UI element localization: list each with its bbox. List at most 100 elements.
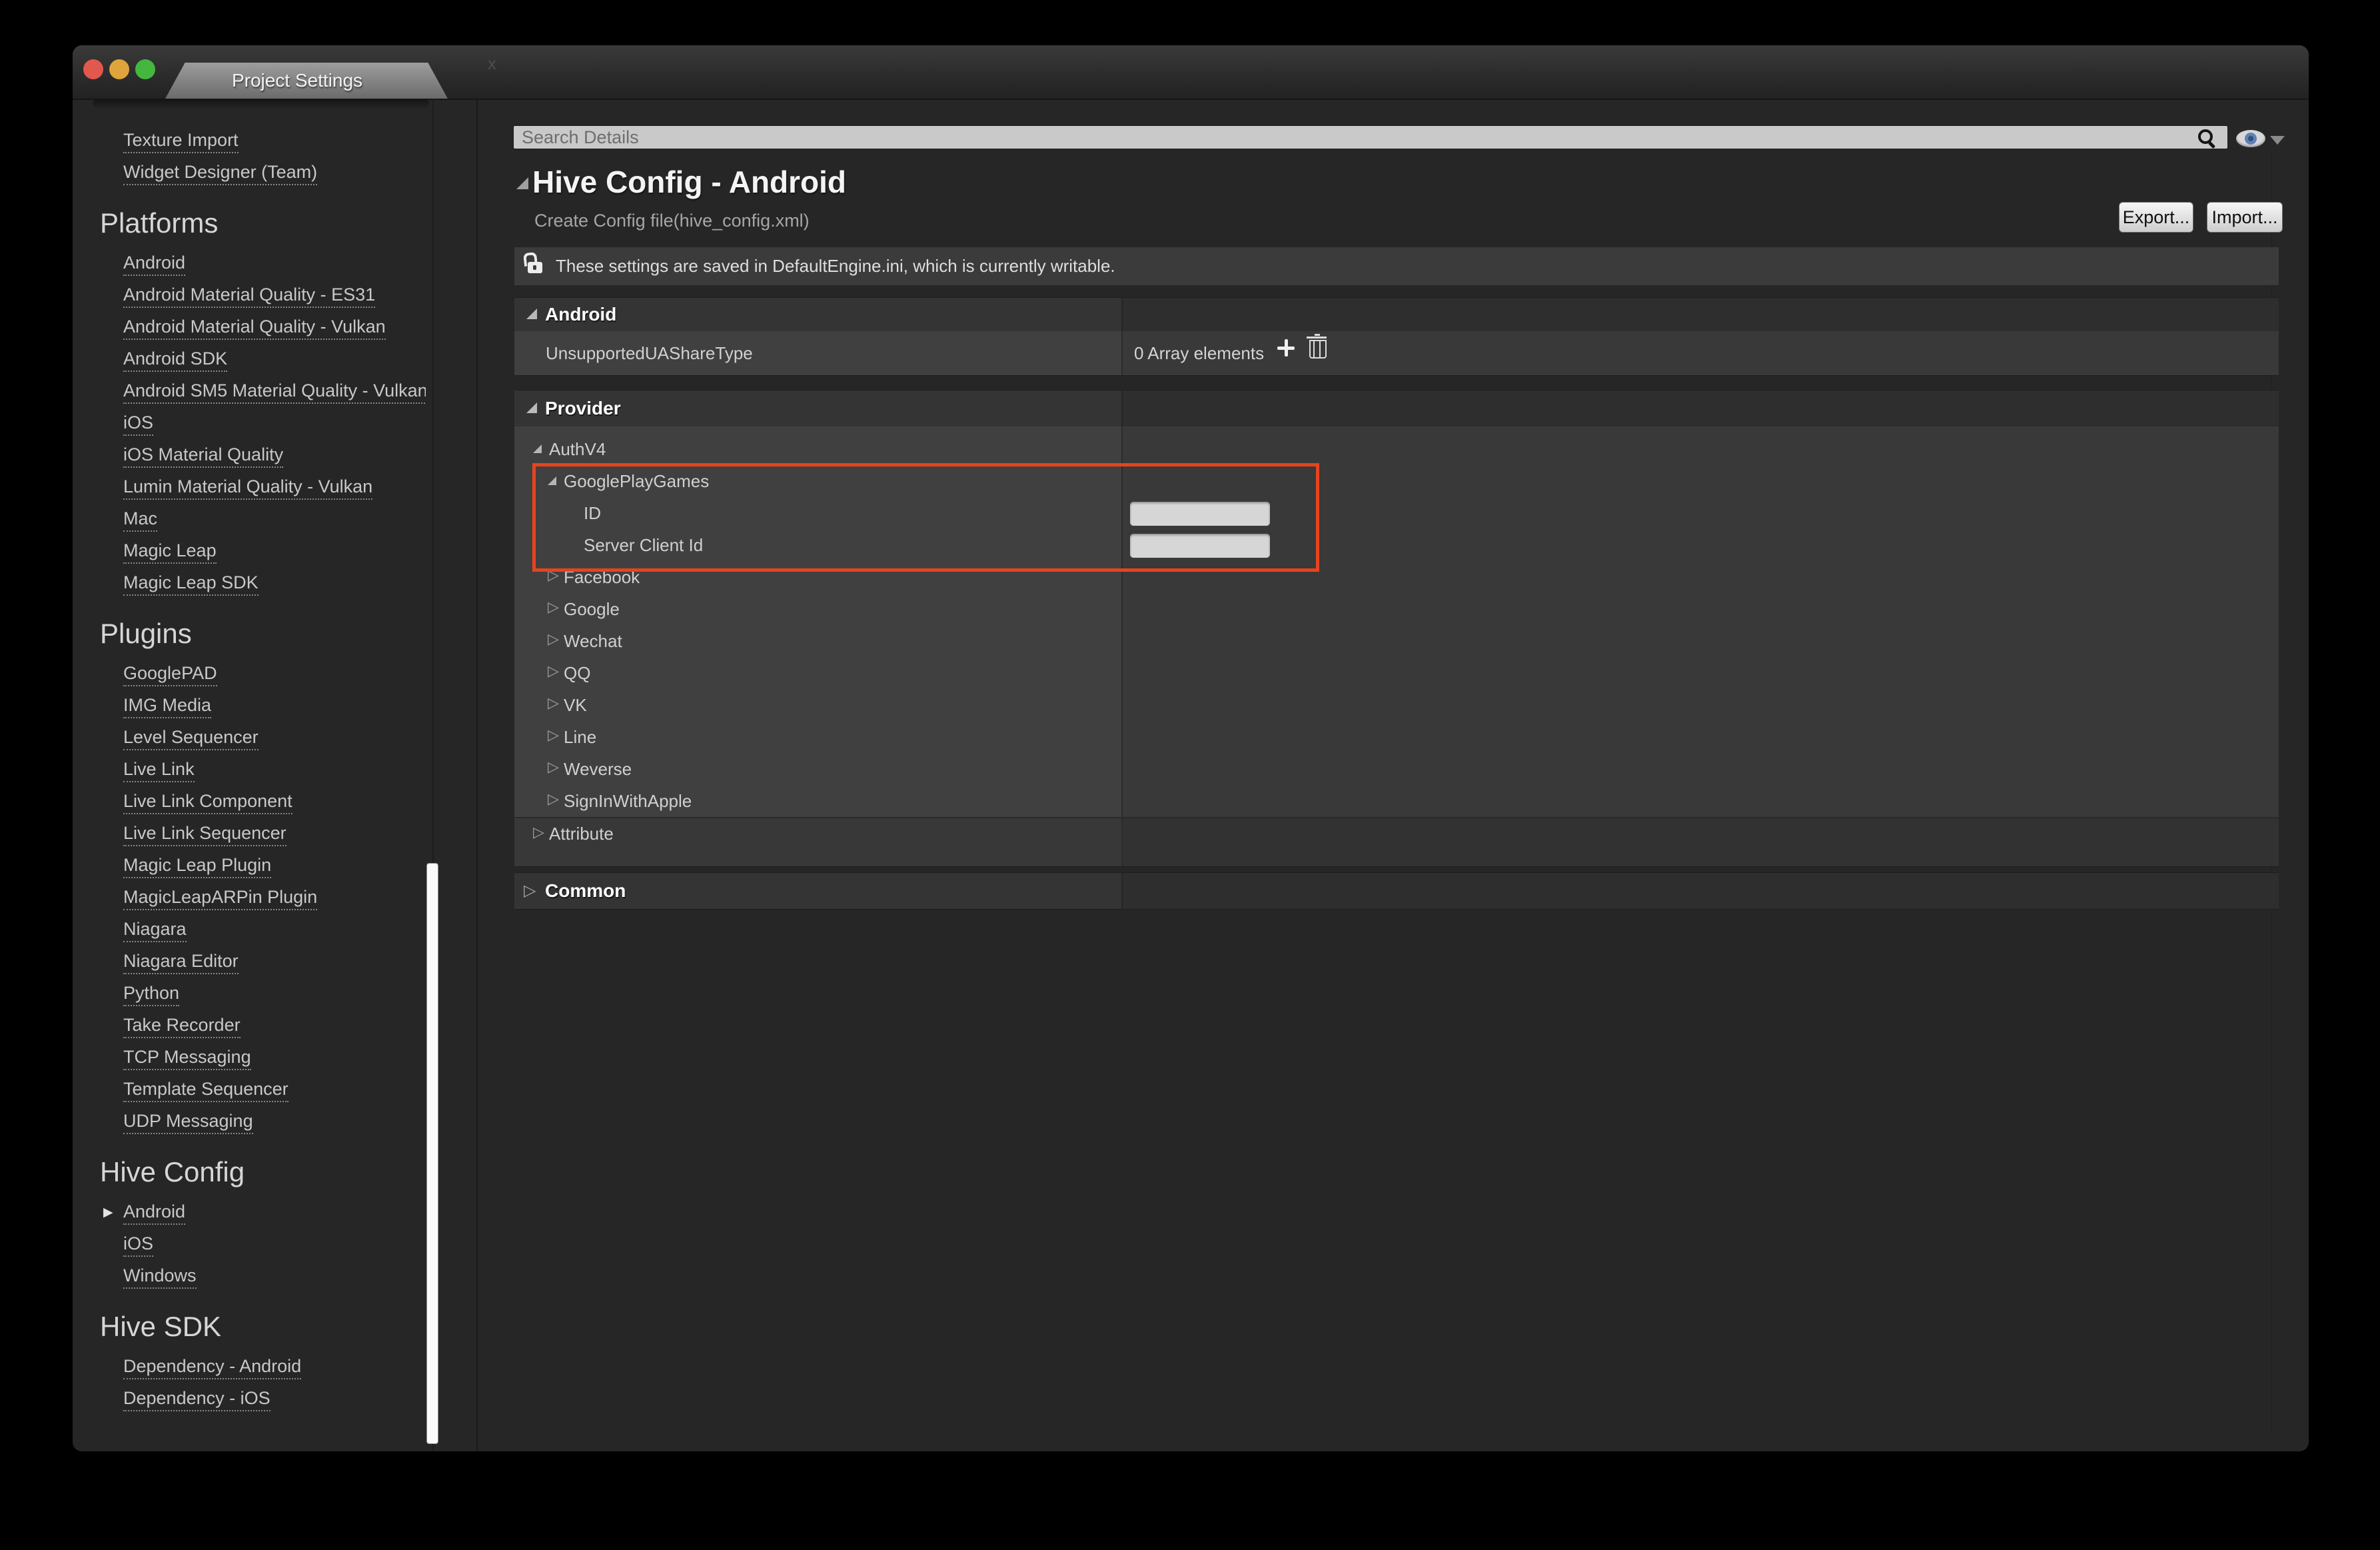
row-label: Google [514,599,620,620]
export-button[interactable]: Export... [2119,202,2193,233]
expanded-triangle-icon[interactable] [548,476,556,485]
sidebar-item-android[interactable]: Android [73,248,426,280]
sidebar-item-label: iOS [123,412,153,436]
section-provider: Provider AuthV4GooglePlayGamesIDServer C… [514,390,2279,866]
server-client-id-input[interactable] [1130,534,1270,558]
sidebar-item-magic-leap-plugin[interactable]: Magic Leap Plugin [73,850,426,882]
sidebar-item-android[interactable]: ▶Android [73,1197,426,1229]
unlocked-padlock-icon [528,262,542,273]
sidebar-main-divider [476,99,478,1451]
row-value-cell [1123,721,2279,753]
sidebar-item-template-sequencer[interactable]: Template Sequencer [73,1074,426,1106]
category-header-android[interactable]: Android [514,298,2279,331]
sidebar-item-googlepad[interactable]: GooglePAD [73,658,426,690]
section-common: ▷ Common [514,873,2279,909]
row-label: AuthV4 [514,439,606,460]
view-options-eye-icon[interactable] [2236,130,2265,147]
page-title-expander-icon[interactable] [516,177,528,189]
collapsed-triangle-icon[interactable]: ▷ [548,566,559,584]
sidebar-item-ios[interactable]: iOS [73,1229,426,1261]
sidebar-item-widget-designer-team[interactable]: Widget Designer (Team) [73,157,426,189]
titlebar[interactable]: Project Settings x [73,45,2309,100]
sidebar-item-label: UDP Messaging [123,1111,253,1134]
sidebar-item-android-sdk[interactable]: Android SDK [73,344,426,376]
sidebar-item-live-link-sequencer[interactable]: Live Link Sequencer [73,818,426,850]
row-value-cell [1123,657,2279,689]
expanded-triangle-icon[interactable] [526,309,537,319]
sidebar-item-android-material-quality-es31[interactable]: Android Material Quality - ES31 [73,280,426,312]
row-name-cell: ▷Attribute [514,817,1123,849]
category-header-provider[interactable]: Provider [514,390,2279,426]
row-value-cell [1123,625,2279,657]
expanded-triangle-icon[interactable] [533,444,542,453]
collapsed-triangle-icon[interactable]: ▷ [548,598,559,616]
sidebar-item-android-sm5-material-quality-vulkan[interactable]: Android SM5 Material Quality - Vulkan [73,376,426,408]
close-window-button[interactable] [83,59,103,79]
row-value-cell [1123,753,2279,785]
sidebar-item-ios-material-quality[interactable]: iOS Material Quality [73,440,426,472]
category-label: Common [545,880,626,902]
sidebar-item-label: iOS Material Quality [123,444,283,468]
page-title: Hive Config - Android [532,164,846,200]
sidebar-item-magic-leap[interactable]: Magic Leap [73,536,426,568]
delete-array-icon[interactable] [1309,340,1327,359]
view-options-dropdown-caret[interactable] [2270,136,2285,145]
sidebar-item-label: Take Recorder [123,1015,241,1038]
id-input[interactable] [1130,502,1270,526]
collapsed-triangle-icon[interactable]: ▷ [548,758,559,776]
row-label: Weverse [514,759,632,780]
sidebar-item-mac[interactable]: Mac [73,504,426,536]
collapsed-triangle-icon[interactable]: ▷ [548,726,559,744]
collapsed-triangle-icon[interactable]: ▷ [533,824,544,841]
row-name-cell: ▷Wechat [514,625,1123,657]
collapsed-triangle-icon[interactable]: ▷ [548,630,559,648]
import-button[interactable]: Import... [2207,202,2283,233]
sidebar-item-magicleaparpin-plugin[interactable]: MagicLeapARPin Plugin [73,882,426,914]
tree-arrow-icon[interactable]: ▶ [103,1197,113,1229]
sidebar-item-texture-import[interactable]: Texture Import [73,125,426,157]
property-label: UnsupportedUAShareType [514,343,753,364]
sidebar-item-magic-leap-sdk[interactable]: Magic Leap SDK [73,568,426,600]
search-input[interactable] [514,126,2187,149]
zoom-window-button[interactable] [135,59,155,79]
create-config-file-link[interactable]: Create Config file(hive_config.xml) [534,211,810,231]
config-writable-notice: These settings are saved in DefaultEngin… [514,247,2279,285]
row-name-cell: AuthV4 [514,433,1123,465]
collapsed-triangle-icon[interactable]: ▷ [548,694,559,712]
sidebar-item-ios[interactable]: iOS [73,408,426,440]
sidebar-item-android-material-quality-vulkan[interactable]: Android Material Quality - Vulkan [73,312,426,344]
sidebar-item-niagara[interactable]: Niagara [73,914,426,946]
sidebar-item-lumin-material-quality-vulkan[interactable]: Lumin Material Quality - Vulkan [73,472,426,504]
settings-sidebar: Texture ImportWidget Designer (Team)Plat… [73,99,426,1451]
sidebar-item-dependency-android[interactable]: Dependency - Android [73,1351,426,1383]
collapsed-triangle-icon[interactable]: ▷ [548,662,559,680]
sidebar-item-niagara-editor[interactable]: Niagara Editor [73,946,426,978]
collapsed-triangle-icon[interactable]: ▷ [524,881,536,900]
provider-row-authv4: AuthV4 [514,433,2279,465]
tab-close-icon[interactable]: x [488,55,496,74]
sidebar-item-label: Magic Leap [123,540,217,564]
tab-project-settings[interactable]: Project Settings [165,63,448,99]
minimize-window-button[interactable] [109,59,129,79]
sidebar-item-img-media[interactable]: IMG Media [73,690,426,722]
sidebar-scrollbar-thumb[interactable] [427,864,438,1443]
sidebar-item-take-recorder[interactable]: Take Recorder [73,1010,426,1042]
eye-iris [2245,133,2257,145]
sidebar-item-tcp-messaging[interactable]: TCP Messaging [73,1042,426,1074]
sidebar-item-label: IMG Media [123,695,211,718]
add-array-element-icon[interactable] [1277,339,1295,357]
sidebar-item-live-link-component[interactable]: Live Link Component [73,786,426,818]
sidebar-item-windows[interactable]: Windows [73,1261,426,1293]
sidebar-item-dependency-ios[interactable]: Dependency - iOS [73,1383,426,1415]
category-header-common[interactable]: ▷ Common [514,873,2279,909]
sidebar-item-udp-messaging[interactable]: UDP Messaging [73,1106,426,1138]
sidebar-item-level-sequencer[interactable]: Level Sequencer [73,722,426,754]
sidebar-item-python[interactable]: Python [73,978,426,1010]
expanded-triangle-icon[interactable] [526,402,537,413]
collapsed-triangle-icon[interactable]: ▷ [548,790,559,808]
sidebar-item-label: Widget Designer (Team) [123,162,317,185]
sidebar-item-label: Template Sequencer [123,1079,289,1102]
sidebar-item-live-link[interactable]: Live Link [73,754,426,786]
provider-row-id: ID [514,497,2279,529]
provider-row-line: ▷Line [514,721,2279,753]
